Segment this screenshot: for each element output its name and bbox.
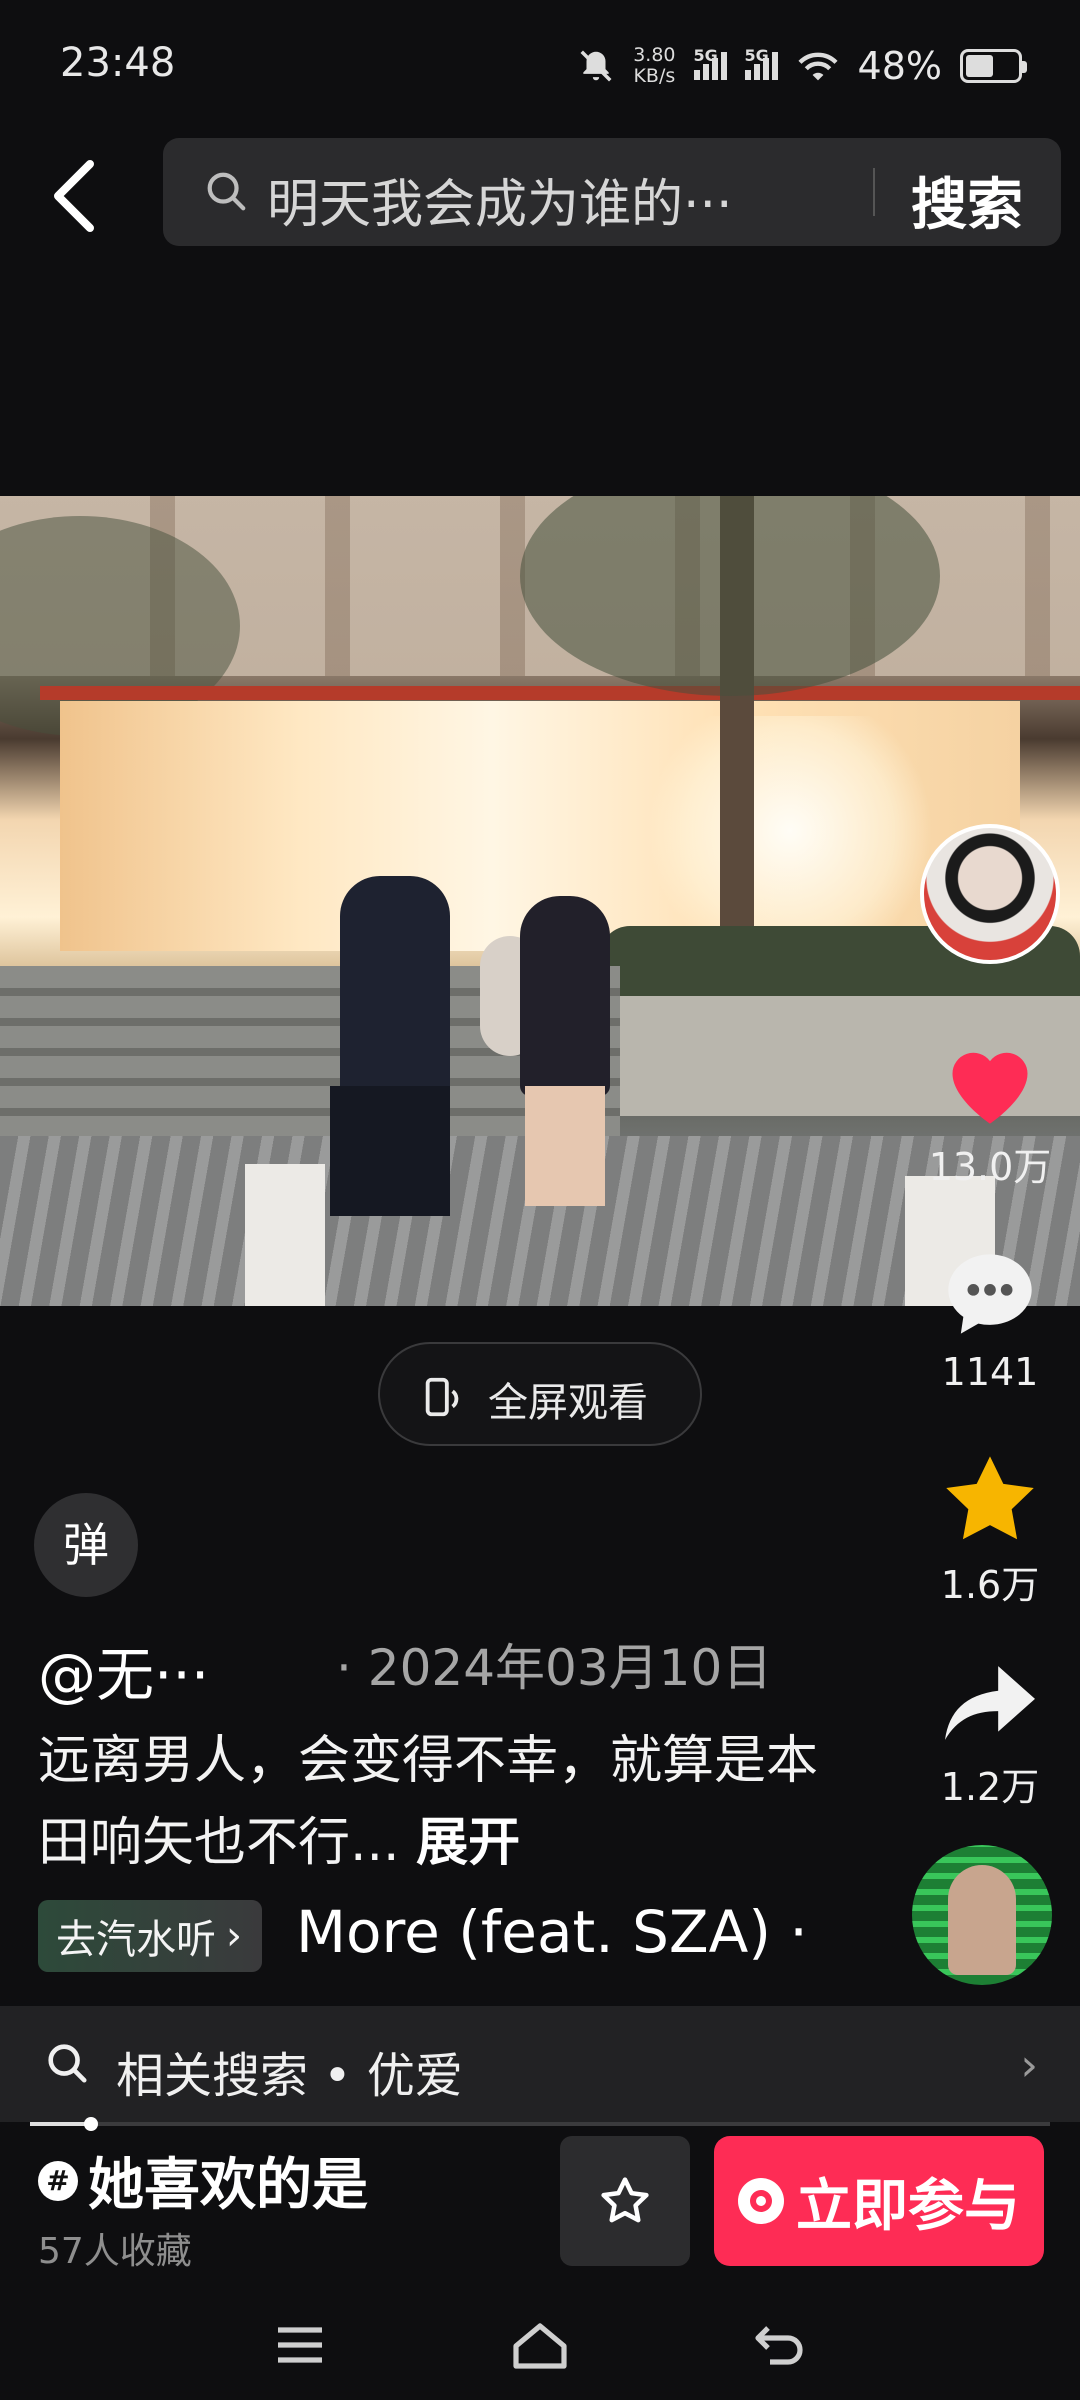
- menu-icon[interactable]: [270, 2320, 330, 2370]
- sim2-label: 5G: [744, 46, 769, 65]
- video-player[interactable]: [0, 496, 1080, 1306]
- search-input[interactable]: 明天我会成为谁的···: [267, 162, 733, 237]
- related-search-label: 相关搜索 • 优爱: [116, 2048, 463, 2104]
- status-time: 23:48: [60, 40, 176, 86]
- share-arrow-icon: [945, 1666, 1035, 1740]
- listen-label: 去汽水听: [56, 1917, 216, 1963]
- back-nav-icon[interactable]: [750, 2320, 810, 2370]
- mute-icon: [580, 50, 612, 82]
- like-button[interactable]: 13.0万: [920, 1036, 1060, 1191]
- system-nav-bar: [0, 2292, 1080, 2400]
- like-count: 13.0万: [928, 1145, 1052, 1189]
- listen-on-qishui-button[interactable]: 去汽水听 ›: [38, 1900, 262, 1972]
- chevron-right-icon: ›: [1020, 2040, 1038, 2091]
- search-button[interactable]: 搜索: [911, 160, 1023, 241]
- favorite-button[interactable]: 1.6万: [920, 1450, 1060, 1609]
- back-arrow-icon: [54, 160, 94, 232]
- record-icon: [738, 2178, 784, 2224]
- net-speed: 3.80 KB/s: [633, 44, 676, 87]
- home-icon[interactable]: [510, 2320, 570, 2370]
- comment-icon: [948, 1254, 1032, 1334]
- sim1-label: 5G: [693, 46, 718, 65]
- comment-button[interactable]: 1141: [920, 1246, 1060, 1394]
- signal-sim2-icon: 5G: [744, 46, 778, 80]
- join-label: 立即参与: [796, 2173, 1020, 2239]
- star-icon: [946, 1456, 1034, 1540]
- wifi-icon: [797, 52, 838, 81]
- video-progress-bar[interactable]: [30, 2117, 1050, 2131]
- share-button[interactable]: 1.2万: [920, 1658, 1060, 1811]
- music-disc[interactable]: [912, 1845, 1052, 1985]
- expand-button[interactable]: 展开: [416, 1813, 520, 1873]
- heart-icon: [952, 1052, 1028, 1124]
- status-bar: 23:48 3.80 KB/s 5G 5G 48%: [0, 0, 1080, 130]
- chevron-right-icon: ›: [226, 1913, 242, 1959]
- post-description[interactable]: 远离男人，会变得不幸，就算是本田响矢也不行... 展开: [38, 1720, 858, 1884]
- favorite-count: 1.6万: [940, 1563, 1040, 1607]
- join-now-button[interactable]: 立即参与: [714, 2136, 1044, 2266]
- challenge-title[interactable]: # 她喜欢的是: [38, 2140, 368, 2221]
- search-icon: [48, 2044, 87, 2083]
- hashtag-icon: #: [38, 2160, 78, 2201]
- star-outline-icon: [601, 2177, 649, 2223]
- video-person: [520, 896, 610, 1096]
- progress-knob[interactable]: [84, 2117, 99, 2131]
- search-bar[interactable]: 明天我会成为谁的··· 搜索: [163, 138, 1061, 246]
- battery-percent: 48%: [857, 44, 942, 88]
- post-date: · 2024年03月10日: [336, 1639, 773, 1697]
- share-count: 1.2万: [940, 1765, 1040, 1809]
- status-icons: 3.80 KB/s 5G 5G 48%: [577, 38, 1027, 94]
- danmaku-toggle[interactable]: 弹: [34, 1493, 138, 1597]
- author-name[interactable]: @无···: [38, 1628, 209, 1712]
- collect-challenge-button[interactable]: [560, 2136, 690, 2266]
- fullscreen-button[interactable]: 全屏观看: [378, 1342, 702, 1446]
- creator-avatar[interactable]: [920, 824, 1060, 964]
- fullscreen-label: 全屏观看: [488, 1380, 648, 1426]
- back-button[interactable]: [46, 156, 106, 236]
- progress-fill: [30, 2122, 92, 2126]
- battery-icon: [960, 49, 1027, 83]
- challenge-favorites-count: 57人收藏: [38, 2231, 192, 2272]
- search-divider: [873, 168, 875, 216]
- search-icon: [207, 172, 246, 211]
- video-person: [340, 876, 450, 1106]
- related-search-bar[interactable]: 相关搜索 • 优爱 ›: [0, 2006, 1080, 2122]
- signal-sim1-icon: 5G: [693, 46, 727, 80]
- song-title[interactable]: More (feat. SZA) ·: [296, 1898, 808, 1966]
- comment-count: 1141: [941, 1350, 1039, 1394]
- rotate-screen-icon: [425, 1377, 459, 1417]
